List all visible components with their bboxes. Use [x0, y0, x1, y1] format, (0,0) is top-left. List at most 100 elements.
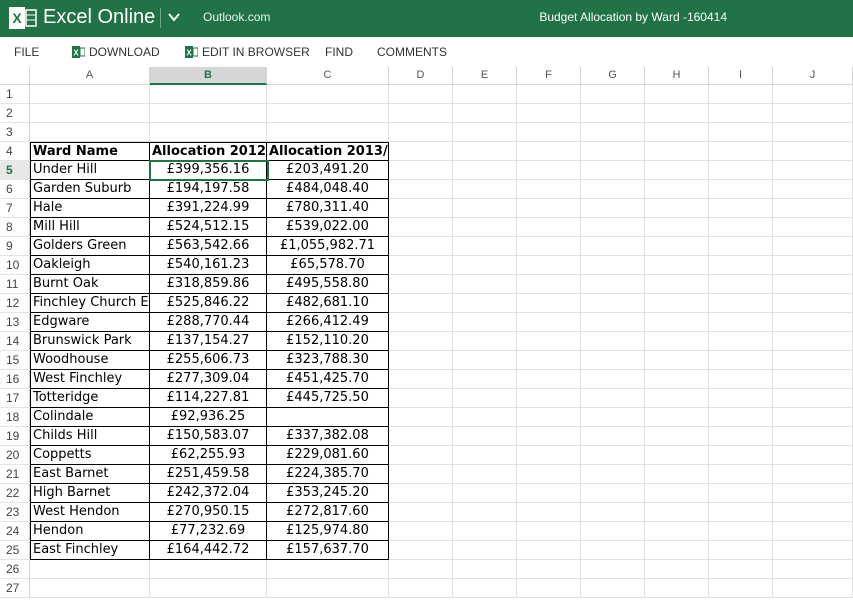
cell-d12[interactable]: [389, 294, 453, 313]
cell-a16[interactable]: West Finchley: [30, 370, 150, 389]
cell-i24[interactable]: [709, 522, 773, 541]
cell-d20[interactable]: [389, 446, 453, 465]
cell-b21[interactable]: £251,459.58: [150, 465, 267, 484]
cell-h23[interactable]: [645, 503, 709, 522]
cell-h15[interactable]: [645, 351, 709, 370]
cell-f15[interactable]: [517, 351, 581, 370]
cell-d2[interactable]: [389, 104, 453, 123]
find-button[interactable]: FIND: [325, 45, 353, 59]
cell-i23[interactable]: [709, 503, 773, 522]
cell-b2[interactable]: [150, 104, 267, 123]
cell-b10[interactable]: £540,161.23: [150, 256, 267, 275]
cell-h7[interactable]: [645, 199, 709, 218]
cell-i16[interactable]: [709, 370, 773, 389]
cell-d19[interactable]: [389, 427, 453, 446]
cell-i17[interactable]: [709, 389, 773, 408]
cell-h10[interactable]: [645, 256, 709, 275]
cell-i15[interactable]: [709, 351, 773, 370]
cell-g15[interactable]: [581, 351, 645, 370]
cell-b17[interactable]: £114,227.81: [150, 389, 267, 408]
cell-j19[interactable]: [773, 427, 853, 446]
cell-h1[interactable]: [645, 85, 709, 104]
cell-j27[interactable]: [773, 579, 853, 598]
cell-h19[interactable]: [645, 427, 709, 446]
cell-e17[interactable]: [453, 389, 517, 408]
cell-g9[interactable]: [581, 237, 645, 256]
cell-g1[interactable]: [581, 85, 645, 104]
cell-g5[interactable]: [581, 161, 645, 180]
cell-c9[interactable]: £1,055,982.71: [267, 237, 389, 256]
cell-j9[interactable]: [773, 237, 853, 256]
row-header-1[interactable]: 1: [0, 85, 30, 104]
cell-f16[interactable]: [517, 370, 581, 389]
cell-a10[interactable]: Oakleigh: [30, 256, 150, 275]
cell-e4[interactable]: [453, 142, 517, 161]
cell-c19[interactable]: £337,382.08: [267, 427, 389, 446]
cell-g12[interactable]: [581, 294, 645, 313]
cell-h21[interactable]: [645, 465, 709, 484]
row-header-20[interactable]: 20: [0, 446, 30, 465]
cell-b27[interactable]: [150, 579, 267, 598]
cell-b25[interactable]: £164,442.72: [150, 541, 267, 560]
row-header-11[interactable]: 11: [0, 275, 30, 294]
cell-h8[interactable]: [645, 218, 709, 237]
cell-b7[interactable]: £391,224.99: [150, 199, 267, 218]
cell-h13[interactable]: [645, 313, 709, 332]
cell-g19[interactable]: [581, 427, 645, 446]
cell-i27[interactable]: [709, 579, 773, 598]
cell-e15[interactable]: [453, 351, 517, 370]
cell-f19[interactable]: [517, 427, 581, 446]
row-header-2[interactable]: 2: [0, 104, 30, 123]
cell-c6[interactable]: £484,048.40: [267, 180, 389, 199]
cell-d14[interactable]: [389, 332, 453, 351]
row-header-5[interactable]: 5: [0, 161, 30, 180]
cell-e16[interactable]: [453, 370, 517, 389]
cell-g16[interactable]: [581, 370, 645, 389]
column-header-g[interactable]: G: [581, 67, 645, 85]
cell-h2[interactable]: [645, 104, 709, 123]
cell-f27[interactable]: [517, 579, 581, 598]
cell-d23[interactable]: [389, 503, 453, 522]
cell-d24[interactable]: [389, 522, 453, 541]
cell-g6[interactable]: [581, 180, 645, 199]
cell-b4[interactable]: Allocation 2012/13: [150, 142, 267, 161]
cell-j22[interactable]: [773, 484, 853, 503]
cell-d25[interactable]: [389, 541, 453, 560]
cell-b8[interactable]: £524,512.15: [150, 218, 267, 237]
cell-b13[interactable]: £288,770.44: [150, 313, 267, 332]
row-header-10[interactable]: 10: [0, 256, 30, 275]
cell-c27[interactable]: [267, 579, 389, 598]
cell-d27[interactable]: [389, 579, 453, 598]
cell-f13[interactable]: [517, 313, 581, 332]
cell-j11[interactable]: [773, 275, 853, 294]
cell-e9[interactable]: [453, 237, 517, 256]
row-header-17[interactable]: 17: [0, 389, 30, 408]
row-header-13[interactable]: 13: [0, 313, 30, 332]
cell-a19[interactable]: Childs Hill: [30, 427, 150, 446]
cell-g11[interactable]: [581, 275, 645, 294]
cell-d16[interactable]: [389, 370, 453, 389]
cell-g21[interactable]: [581, 465, 645, 484]
cell-j13[interactable]: [773, 313, 853, 332]
row-header-27[interactable]: 27: [0, 579, 30, 598]
cell-e27[interactable]: [453, 579, 517, 598]
cell-j7[interactable]: [773, 199, 853, 218]
cell-b12[interactable]: £525,846.22: [150, 294, 267, 313]
cell-j24[interactable]: [773, 522, 853, 541]
cell-h16[interactable]: [645, 370, 709, 389]
cell-c26[interactable]: [267, 560, 389, 579]
row-header-14[interactable]: 14: [0, 332, 30, 351]
cell-b22[interactable]: £242,372.04: [150, 484, 267, 503]
cell-a9[interactable]: Golders Green: [30, 237, 150, 256]
cell-g24[interactable]: [581, 522, 645, 541]
cell-i11[interactable]: [709, 275, 773, 294]
cell-h18[interactable]: [645, 408, 709, 427]
cell-a5[interactable]: Under Hill: [30, 161, 150, 180]
cell-b23[interactable]: £270,950.15: [150, 503, 267, 522]
cell-j8[interactable]: [773, 218, 853, 237]
cell-a17[interactable]: Totteridge: [30, 389, 150, 408]
cell-b11[interactable]: £318,859.86: [150, 275, 267, 294]
cell-i2[interactable]: [709, 104, 773, 123]
cell-f23[interactable]: [517, 503, 581, 522]
row-header-22[interactable]: 22: [0, 484, 30, 503]
